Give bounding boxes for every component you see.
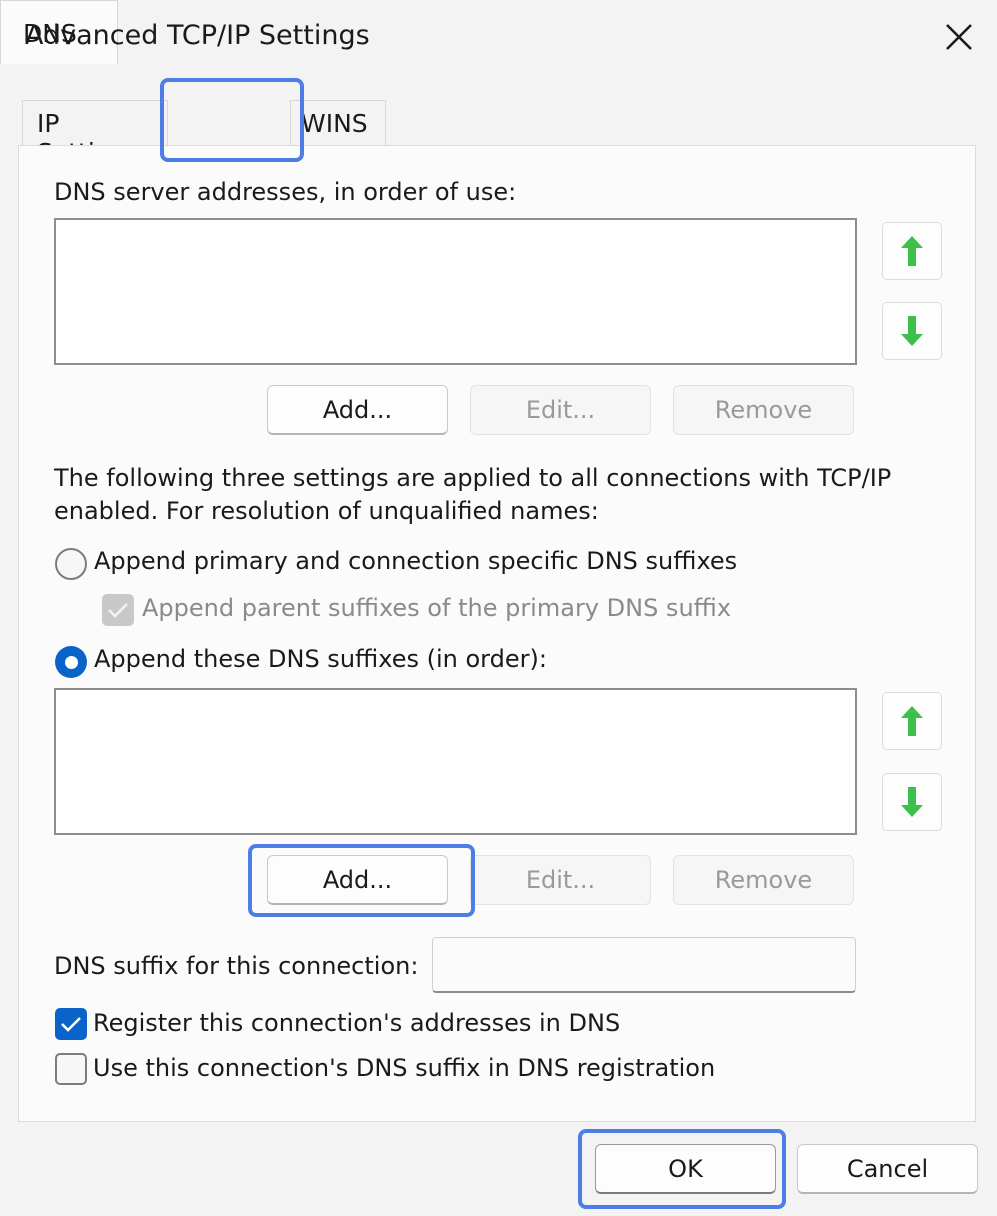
dns-servers-label: DNS server addresses, in order of use: bbox=[54, 178, 517, 206]
dns-server-remove-button[interactable]: Remove bbox=[673, 385, 854, 435]
arrow-down-icon bbox=[901, 787, 923, 817]
register-addresses-checkbox[interactable] bbox=[55, 1008, 87, 1040]
arrow-up-icon bbox=[901, 236, 923, 266]
dns-suffix-move-up-button[interactable] bbox=[882, 692, 942, 750]
dns-suffix-edit-button[interactable]: Edit... bbox=[470, 855, 651, 905]
tab-ip-settings[interactable]: IP Settings bbox=[22, 100, 168, 167]
append-primary-radio[interactable] bbox=[55, 548, 87, 580]
arrow-down-icon bbox=[901, 316, 923, 346]
settings-note-line1: The following three settings are applied… bbox=[54, 464, 892, 492]
settings-note-line2: enabled. For resolution of unqualified n… bbox=[54, 497, 599, 525]
append-parent-checkbox[interactable] bbox=[102, 594, 134, 626]
dns-server-move-down-button[interactable] bbox=[882, 302, 942, 360]
title-bar: Advanced TCP/IP Settings bbox=[0, 0, 997, 80]
ok-button[interactable]: OK bbox=[595, 1144, 776, 1194]
dns-suffix-remove-button[interactable]: Remove bbox=[673, 855, 854, 905]
dns-suffix-move-down-button[interactable] bbox=[882, 773, 942, 831]
arrow-up-icon bbox=[901, 706, 923, 736]
dns-server-edit-button[interactable]: Edit... bbox=[470, 385, 651, 435]
use-suffix-registration-label: Use this connection's DNS suffix in DNS … bbox=[93, 1054, 716, 1082]
append-these-radio[interactable] bbox=[55, 646, 87, 678]
cancel-button[interactable]: Cancel bbox=[797, 1144, 978, 1194]
append-parent-label: Append parent suffixes of the primary DN… bbox=[142, 594, 732, 622]
dns-servers-list[interactable] bbox=[54, 218, 857, 365]
connection-suffix-input[interactable] bbox=[432, 937, 856, 993]
use-suffix-registration-checkbox[interactable] bbox=[55, 1053, 87, 1085]
dns-suffixes-list[interactable] bbox=[54, 688, 857, 835]
tab-wins[interactable]: WINS bbox=[290, 100, 386, 146]
register-addresses-label: Register this connection's addresses in … bbox=[93, 1009, 621, 1037]
window-title: Advanced TCP/IP Settings bbox=[25, 20, 370, 51]
checkmark-icon bbox=[108, 603, 128, 618]
close-icon bbox=[946, 24, 972, 50]
append-primary-label: Append primary and connection specific D… bbox=[94, 547, 738, 575]
dns-server-add-button[interactable]: Add... bbox=[267, 385, 448, 435]
dns-server-move-up-button[interactable] bbox=[882, 222, 942, 280]
connection-suffix-label: DNS suffix for this connection: bbox=[54, 952, 419, 980]
dns-suffix-add-button[interactable]: Add... bbox=[267, 855, 448, 905]
close-button[interactable] bbox=[930, 12, 988, 62]
checkmark-icon bbox=[61, 1017, 81, 1032]
append-these-label: Append these DNS suffixes (in order): bbox=[94, 645, 547, 673]
radio-dot bbox=[64, 655, 78, 669]
